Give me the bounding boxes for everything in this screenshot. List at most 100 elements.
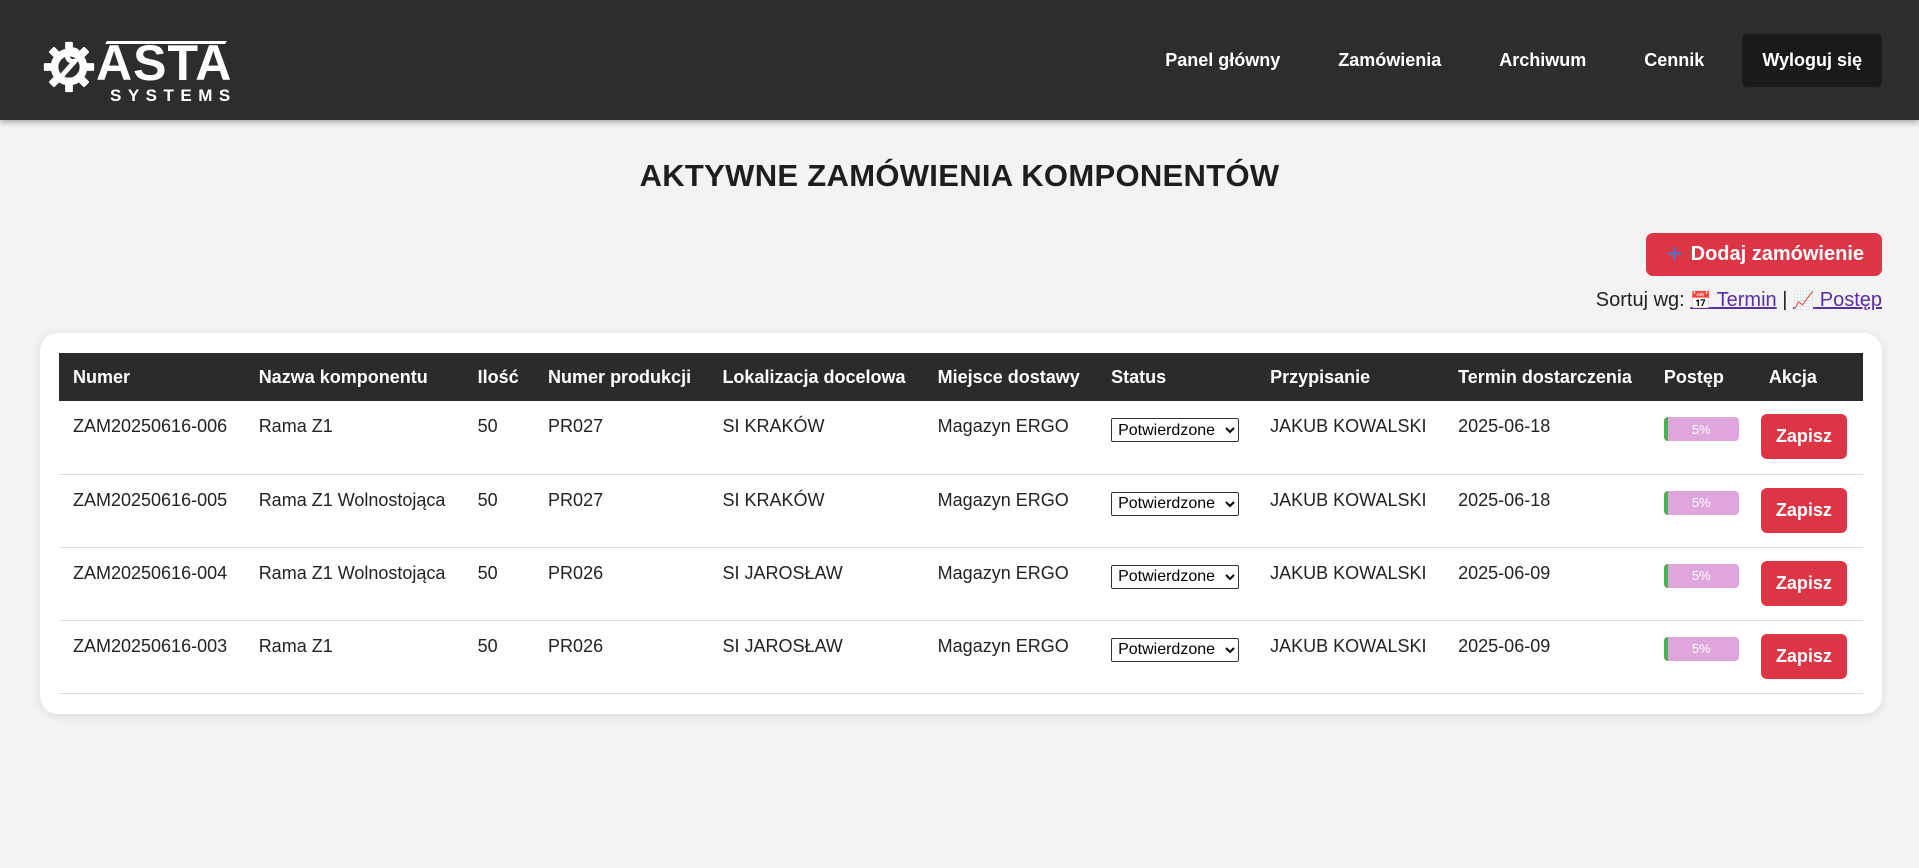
sort-label: Sortuj wg: [1595,289,1685,311]
cell-status: Potwierdzone [1097,620,1257,694]
col-header-status: Status [1111,366,1167,387]
cell-numer: ZAM20250616-005 [59,474,245,548]
cell-akcja: Zapisz [1754,620,1863,694]
brand-logo[interactable]: ASTA SYSTEMS [40,20,237,105]
page-title: AKTYWNE ZAMÓWIENIA KOMPONENTÓW [639,158,1280,193]
logo-wordmark: ASTA [96,38,237,88]
save-button[interactable]: Zapisz [1760,633,1847,679]
cell-lokalizacja: SI KRAKÓW [708,474,924,548]
cell-nazwa: Rama Z1 [244,401,464,475]
col-header-nazwa: Nazwa komponentu [258,366,428,387]
col-header-akcja: Akcja [1768,366,1817,387]
chart-increasing-icon: 📈 [1793,291,1815,310]
gear-wrench-icon [43,41,95,93]
cell-ilosc: 50 [463,401,535,475]
table-header-row: Numer Nazwa komponentu Ilość Numer produ… [59,353,1863,401]
table-row: ZAM20250616-004 Rama Z1 Wolnostojąca 50 … [59,547,1863,621]
cell-przypisanie: JAKUB KOWALSKI [1256,547,1445,621]
nav-item-cennik[interactable]: Cennik [1624,34,1724,87]
orders-card: Numer Nazwa komponentu Ilość Numer produ… [40,333,1882,714]
progress-label: 5% [1691,641,1711,656]
cell-status: Potwierdzone [1097,474,1257,548]
cell-ilosc: 50 [463,474,535,548]
cell-miejsce: Magazyn ERGO [923,474,1098,548]
sort-by-postep-link[interactable]: 📈 Postęp [1793,289,1882,311]
cell-nazwa: Rama Z1 Wolnostojąca [244,474,464,548]
sort-termin-label: Termin [1711,289,1777,311]
cell-status: Potwierdzone [1097,547,1257,621]
nav-item-panel-glowny[interactable]: Panel główny [1145,34,1300,87]
progress-label: 5% [1691,568,1711,583]
cell-termin: 2025-06-09 [1444,547,1650,621]
cell-termin: 2025-06-09 [1444,620,1650,694]
orders-table: Numer Nazwa komponentu Ilość Numer produ… [59,353,1863,694]
col-header-termin: Termin dostarczenia [1458,366,1632,387]
add-order-label: Dodaj zamówienie [1690,243,1864,265]
cell-termin: 2025-06-18 [1444,401,1650,475]
cell-lokalizacja: SI JAROSŁAW [708,620,924,694]
cell-numer: ZAM20250616-004 [59,547,245,621]
nav-item-archiwum[interactable]: Archiwum [1479,34,1606,87]
table-row: ZAM20250616-006 Rama Z1 50 PR027 SI KRAK… [59,401,1863,475]
progress-bar: 5% [1663,636,1739,661]
sort-by-termin-link[interactable]: 📅 Termin [1690,289,1776,311]
col-header-postep: Postęp [1663,366,1724,387]
cell-miejsce: Magazyn ERGO [923,620,1098,694]
sort-separator: | [1782,289,1788,311]
status-select[interactable]: Potwierdzone [1111,564,1240,589]
table-row: ZAM20250616-005 Rama Z1 Wolnostojąca 50 … [59,474,1863,548]
status-select[interactable]: Potwierdzone [1111,637,1240,662]
cell-przypisanie: JAKUB KOWALSKI [1256,620,1445,694]
cell-produkcja: PR027 [534,474,709,548]
calendar-icon: 📅 [1690,291,1712,310]
cell-ilosc: 50 [463,547,535,621]
col-header-ilosc: Ilość [477,366,519,387]
progress-bar: 5% [1663,417,1739,441]
nav-item-zamowienia[interactable]: Zamówienia [1318,34,1461,87]
cell-lokalizacja: SI JAROSŁAW [708,547,924,621]
cell-akcja: Zapisz [1754,547,1863,621]
add-order-button[interactable]: + Dodaj zamówienie [1646,233,1882,276]
cell-produkcja: PR026 [534,620,709,694]
progress-bar: 5% [1663,490,1739,515]
cell-postep: 5% [1649,401,1755,475]
col-header-miejsce-dostawy: Miejsce dostawy [937,366,1080,387]
cell-status: Potwierdzone [1097,401,1257,475]
cell-termin: 2025-06-18 [1444,474,1650,548]
col-header-numer: Numer [73,366,131,387]
cell-ilosc: 50 [463,620,535,694]
col-header-przypisanie: Przypisanie [1270,366,1371,387]
progress-label: 5% [1691,495,1711,510]
status-select[interactable]: Potwierdzone [1111,418,1240,442]
save-button[interactable]: Zapisz [1760,414,1847,459]
cell-produkcja: PR026 [534,547,709,621]
save-button[interactable]: Zapisz [1760,487,1847,533]
status-select[interactable]: Potwierdzone [1111,491,1240,516]
cell-numer: ZAM20250616-003 [59,620,245,694]
col-header-numer-produkcji: Numer produkcji [548,366,692,387]
actions-bar: + Dodaj zamówienie [1646,233,1882,276]
cell-miejsce: Magazyn ERGO [923,401,1098,475]
cell-postep: 5% [1649,474,1755,548]
cell-numer: ZAM20250616-006 [59,401,245,475]
cell-akcja: Zapisz [1754,401,1863,475]
cell-postep: 5% [1649,620,1755,694]
table-row: ZAM20250616-003 Rama Z1 50 PR026 SI JARO… [59,620,1863,694]
cell-produkcja: PR027 [534,401,709,475]
sort-postep-label: Postęp [1814,289,1882,311]
cell-nazwa: Rama Z1 [244,620,464,694]
main-nav: Panel główny Zamówienia Archiwum Cennik … [1145,33,1882,87]
progress-bar: 5% [1663,563,1739,588]
top-navbar: ASTA SYSTEMS Panel główny Zamówienia Arc… [0,0,1919,120]
cell-akcja: Zapisz [1754,474,1863,548]
cell-przypisanie: JAKUB KOWALSKI [1256,474,1445,548]
plus-icon: + [1666,237,1683,269]
cell-lokalizacja: SI KRAKÓW [708,401,924,475]
cell-miejsce: Magazyn ERGO [923,547,1098,621]
progress-label: 5% [1691,421,1711,437]
logout-button[interactable]: Wyloguj się [1742,33,1882,87]
save-button[interactable]: Zapisz [1760,560,1847,606]
sort-controls: Sortuj wg: 📅 Termin | 📈 Postęp [1596,289,1882,312]
cell-przypisanie: JAKUB KOWALSKI [1256,401,1445,475]
col-header-lokalizacja: Lokalizacja docelowa [722,366,906,387]
